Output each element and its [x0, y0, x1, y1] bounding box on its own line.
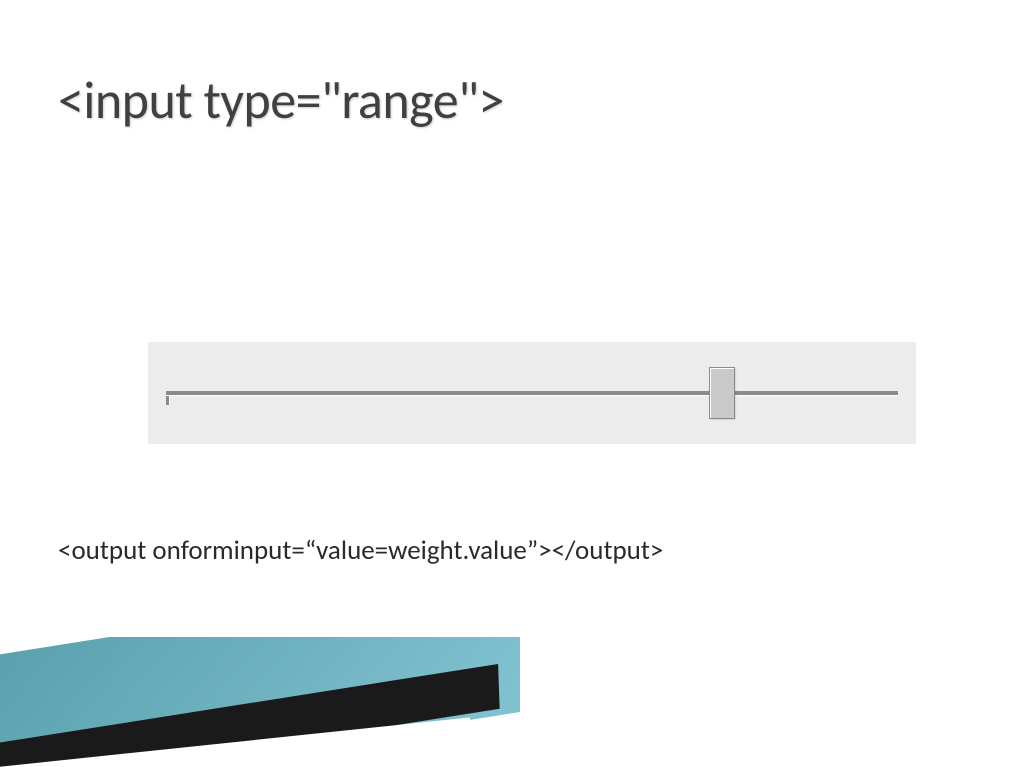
slider-thumb[interactable]	[709, 367, 735, 419]
output-code-text: <output onforminput=“value=weight.value”…	[58, 534, 663, 567]
slide-decoration	[0, 637, 550, 767]
slide-title: <input type="range">	[58, 68, 504, 132]
slider-track	[166, 391, 898, 395]
range-slider[interactable]	[166, 373, 898, 413]
slider-container	[148, 342, 916, 444]
